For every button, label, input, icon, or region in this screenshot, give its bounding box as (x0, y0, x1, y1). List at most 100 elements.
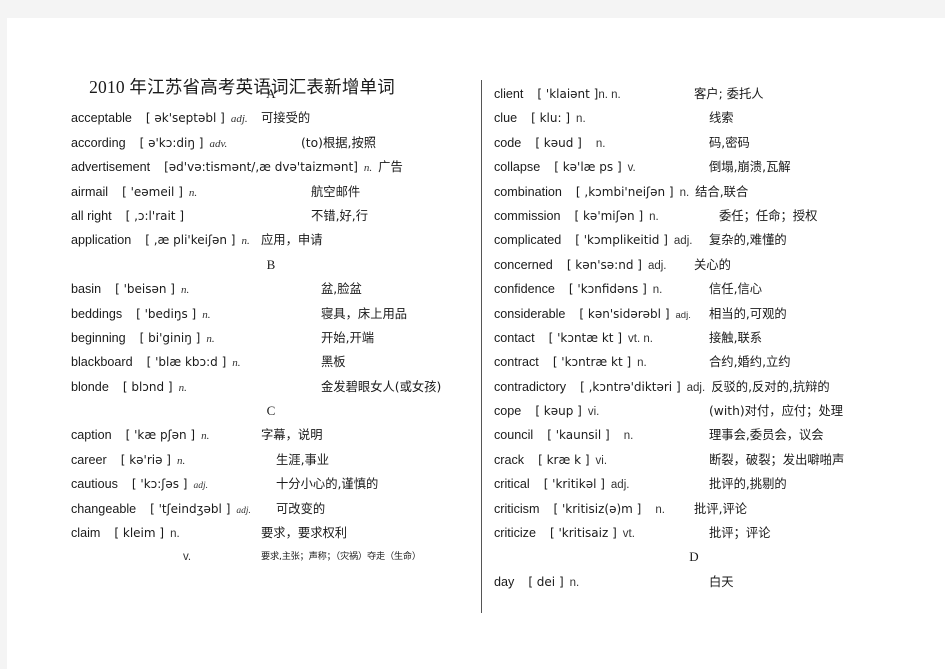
entry-phonetic: [ kræ k ] (538, 452, 590, 467)
entry-phonetic: [ kə'miʃən ] (574, 208, 644, 223)
entry-meaning: 关心的 (694, 257, 731, 272)
section-letter: D (689, 549, 699, 565)
entry-word: acceptable (71, 111, 132, 126)
vocabulary-entry-row: beginning [ bi'giniŋ ] n. 开始,开端 (71, 326, 471, 350)
entry-part-of-speech: n. (188, 186, 198, 199)
vocabulary-entry-row: cautious [ 'kɔ:ʃəs ] adj. 十分小心的,谨慎的 (71, 472, 471, 496)
vocabulary-entry-row: contract [ 'kɔntræ kt ] n. 合约,婚约,立约 (494, 350, 934, 374)
entry-part-of-speech: n. n. (598, 89, 621, 101)
entry-word: blonde (71, 379, 109, 394)
entry-part-of-speech: n. (363, 162, 373, 175)
entry-meaning: 金发碧眼女人(或女孩) (321, 379, 442, 394)
section-letter: B (266, 256, 276, 272)
entry-part-of-speech: adj. (675, 309, 691, 321)
vocabulary-entry-row: critical [ 'kritikəl ] adj. 批评的,挑剔的 (494, 472, 934, 496)
entry-part-of-speech: n. (569, 576, 580, 589)
vocabulary-entry-row: advertisement [əd'və:tismənt/,æ dvə'taizm… (71, 155, 471, 179)
entry-meaning: 寝具，床上用品 (321, 306, 408, 321)
entry-phonetic: [ 'kɔmplikeitid ] (575, 233, 668, 248)
entry-meaning: (with)对付，应付；处理 (709, 404, 844, 419)
section-letter: C (266, 403, 276, 419)
entry-word: considerable (494, 306, 566, 321)
vocabulary-entry-row: collapse [ kə'læ ps ] v. 倒塌,崩溃,瓦解 (494, 155, 934, 179)
entry-word: application (71, 233, 132, 248)
entry-word: client (494, 87, 524, 101)
entry-part-of-speech: n. (232, 357, 241, 370)
entry-word: critical (494, 477, 530, 492)
entry-meaning: 生涯,事业 (276, 452, 330, 467)
document-page: 2010 年江苏省高考英语词汇表新增单词 Aacceptable[ ək'sep… (7, 18, 945, 669)
entry-part-of-speech: n. (649, 210, 659, 223)
entry-word: career (71, 452, 107, 467)
entry-phonetic: [ 'kæ pʃən ] (125, 428, 196, 443)
entry-part-of-speech: vt. (622, 528, 635, 541)
vocabulary-entry-row: changeable [ 'tʃeindʒəbl ] adj. 可改变的 (71, 497, 471, 521)
entry-phonetic: [ kə'læ ps ] (554, 160, 622, 175)
vocabulary-entry-row: commission [ kə'miʃən ] n. 委任；任命；授权 (494, 204, 934, 228)
entry-word: criticize (494, 526, 536, 541)
entry-phonetic: [ 'eəmeil ] (122, 184, 183, 199)
entry-meaning: 理事会,委员会，议会 (709, 428, 824, 443)
entry-word: according (71, 135, 126, 150)
column-divider (481, 80, 482, 613)
entry-phonetic: [ ,æ pli'keiʃən ] (145, 233, 236, 248)
entry-phonetic: [ bi'giniŋ ] (139, 330, 201, 345)
vocabulary-entry-row: beddings [ 'bediŋs ] n. 寝具，床上用品 (71, 302, 471, 326)
entry-part-of-speech: n. (202, 308, 211, 321)
vocabulary-entry-row: acceptable [ ək'septəbl ] adj. 可接受的 (71, 106, 471, 130)
entry-meaning: 断裂，破裂；发出噼啪声 (709, 452, 845, 467)
entry-meaning: 反驳的,反对的,抗辩的 (711, 379, 830, 394)
vocabulary-entry-row: all right [ ,ɔ:l'rait ] 不错,好,行 (71, 204, 471, 228)
entry-word: claim (71, 526, 101, 541)
vocabulary-entry-row: combination [ ,kɔmbi'neiʃən ] n. 结合,联合 (494, 180, 934, 204)
entry-part-of-speech: n. (655, 503, 665, 516)
entry-meaning: 委任；任命；授权 (719, 208, 818, 223)
entry-part-of-speech: adj. (193, 481, 208, 492)
entry-phonetic: [ klu: ] (531, 111, 571, 126)
entry-phonetic: [ 'kritikəl ] (543, 477, 605, 492)
entry-meaning: 应用，申请 (261, 233, 323, 248)
entry-part-of-speech: vi. (587, 406, 600, 419)
entry-meaning: 客户; 委托人 (694, 87, 764, 101)
entry-word: clue (494, 111, 518, 126)
entry-part-of-speech: n. (201, 430, 210, 443)
vocabulary-entry-row: blonde [ blɔnd ] n. 金发碧眼女人(或女孩) (71, 375, 471, 399)
entry-part-of-speech: n. (176, 454, 186, 467)
entry-word: cautious (71, 477, 118, 492)
entry-part-of-speech: adj. (673, 235, 693, 248)
entry-meaning: 倒塌,崩溃,瓦解 (709, 160, 791, 175)
entry-meaning: (to)根据,按照 (301, 135, 377, 150)
vocabulary-column-right: client[ 'klaiənt ]n. n. 客户; 委托人 clue[ klu:… (494, 82, 934, 594)
entry-phonetic: [ 'beisən ] (115, 282, 175, 297)
entry-word: council (494, 428, 534, 443)
entry-part-of-speech: n. (206, 332, 215, 345)
vocabulary-entry-row: claim [ kleim ] n. 要求，要求权利 (71, 521, 471, 545)
entry-part-of-speech: n. (178, 381, 187, 394)
entry-meaning: 批评,评论 (694, 501, 748, 516)
entry-phonetic: [ kəup ] (535, 404, 582, 419)
entry-word: contact (494, 330, 535, 345)
entry-meaning: 不错,好,行 (311, 208, 369, 223)
entry-word: caption (71, 428, 112, 443)
vocabulary-entry-row: career [ kə'riə ] n. 生涯,事业 (71, 448, 471, 472)
vocabulary-entry-row: client [ 'klaiənt ]n. n. 客户; 委托人 (494, 82, 934, 106)
entry-phonetic: [ 'kɔ:ʃəs ] (131, 477, 188, 492)
entry-meaning: 合约,婚约,立约 (709, 355, 791, 370)
entry-phonetic: [ 'kɔnfidəns ] (568, 282, 647, 297)
entry-phonetic: [ ə'kɔ:diŋ ] (139, 135, 204, 150)
entry-meaning: 要求,主张；声称；（灾祸）夺走（生命） (261, 551, 421, 563)
entry-part-of-speech: n. (623, 430, 634, 443)
entry-phonetic: [ dei ] (528, 574, 564, 589)
vocabulary-entry-row: airmail [ 'eəmeil ] n. 航空邮件 (71, 180, 471, 204)
entry-word: day (494, 574, 515, 589)
entry-part-of-speech: vi. (595, 454, 608, 467)
entry-part-of-speech: n. (637, 357, 647, 370)
vocabulary-entry-row: considerable [ kən'sidərəbl ] adj. 相当的,可观的 (494, 302, 934, 326)
entry-word: changeable (71, 501, 137, 516)
entry-phonetic: [ ək'septəbl ] (145, 111, 225, 126)
entry-phonetic: [ kən'sə:nd ] (566, 257, 642, 272)
entry-meaning: 广告 (378, 160, 403, 175)
entry-part-of-speech: n. (576, 113, 586, 126)
entry-word: criticism (494, 501, 540, 516)
vocabulary-entry-row: day [ dei ] n. 白天 (494, 570, 934, 594)
